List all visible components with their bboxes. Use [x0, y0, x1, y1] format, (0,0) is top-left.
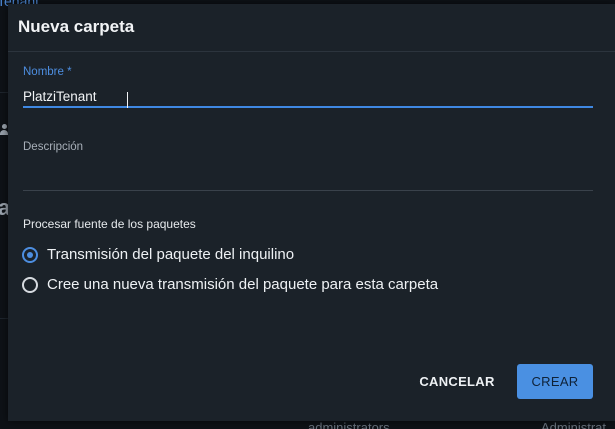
description-field-label: Descripción: [23, 141, 84, 153]
background-divider: [0, 92, 8, 93]
dialog-header: Nueva carpeta: [8, 4, 615, 52]
name-field: Nombre *: [23, 66, 593, 108]
dialog-title: Nueva carpeta: [18, 17, 135, 36]
cancel-button[interactable]: CANCELAR: [412, 364, 502, 398]
radio-option-new-feed[interactable]: Cree una nueva transmisión del paquete p…: [22, 276, 438, 293]
new-folder-dialog: Nueva carpeta Nombre * Descripción Proce…: [8, 4, 615, 421]
background-admin-text-1: administrators: [308, 420, 390, 429]
text-caret: [127, 92, 128, 108]
background-admin-text-2: Administrat: [541, 420, 607, 429]
name-input[interactable]: [23, 86, 593, 108]
create-button[interactable]: CREAR: [517, 364, 593, 399]
radio-option-label: Transmisión del paquete del inquilino: [47, 246, 295, 263]
background-divider: [0, 318, 8, 319]
description-input[interactable]: [23, 165, 593, 191]
radio-option-label: Cree una nueva transmisión del paquete p…: [47, 276, 439, 293]
radio-checked-icon[interactable]: [22, 246, 38, 263]
radio-option-tenant-feed[interactable]: Transmisión del paquete del inquilino: [22, 246, 294, 263]
name-field-label: Nombre *: [23, 66, 72, 78]
user-icon: [0, 124, 8, 135]
feed-section-label: Procesar fuente de los paquetes: [23, 217, 196, 231]
description-field: Descripción: [23, 141, 593, 191]
radio-unchecked-icon[interactable]: [22, 276, 38, 293]
